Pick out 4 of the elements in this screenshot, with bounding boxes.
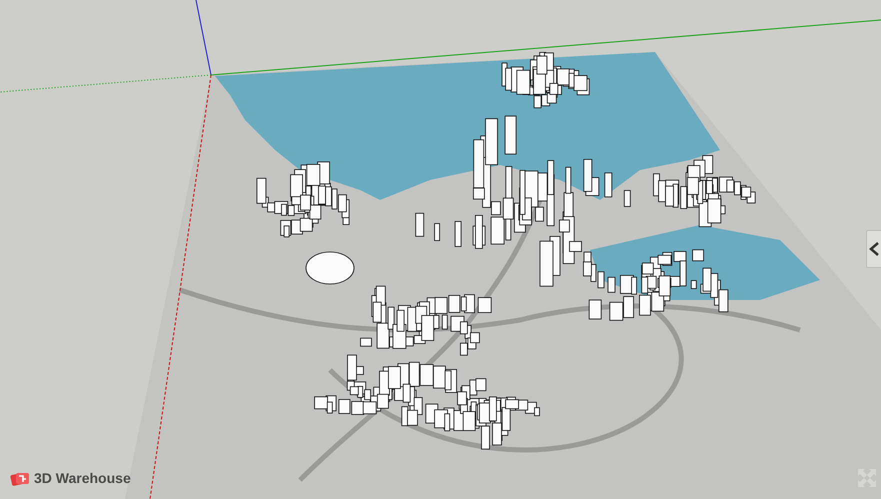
chevron-icon [869, 241, 880, 257]
logo-text: 3D Warehouse [34, 469, 131, 488]
side-panel-toggle[interactable] [866, 230, 881, 268]
warehouse-logo-icon [10, 470, 30, 486]
